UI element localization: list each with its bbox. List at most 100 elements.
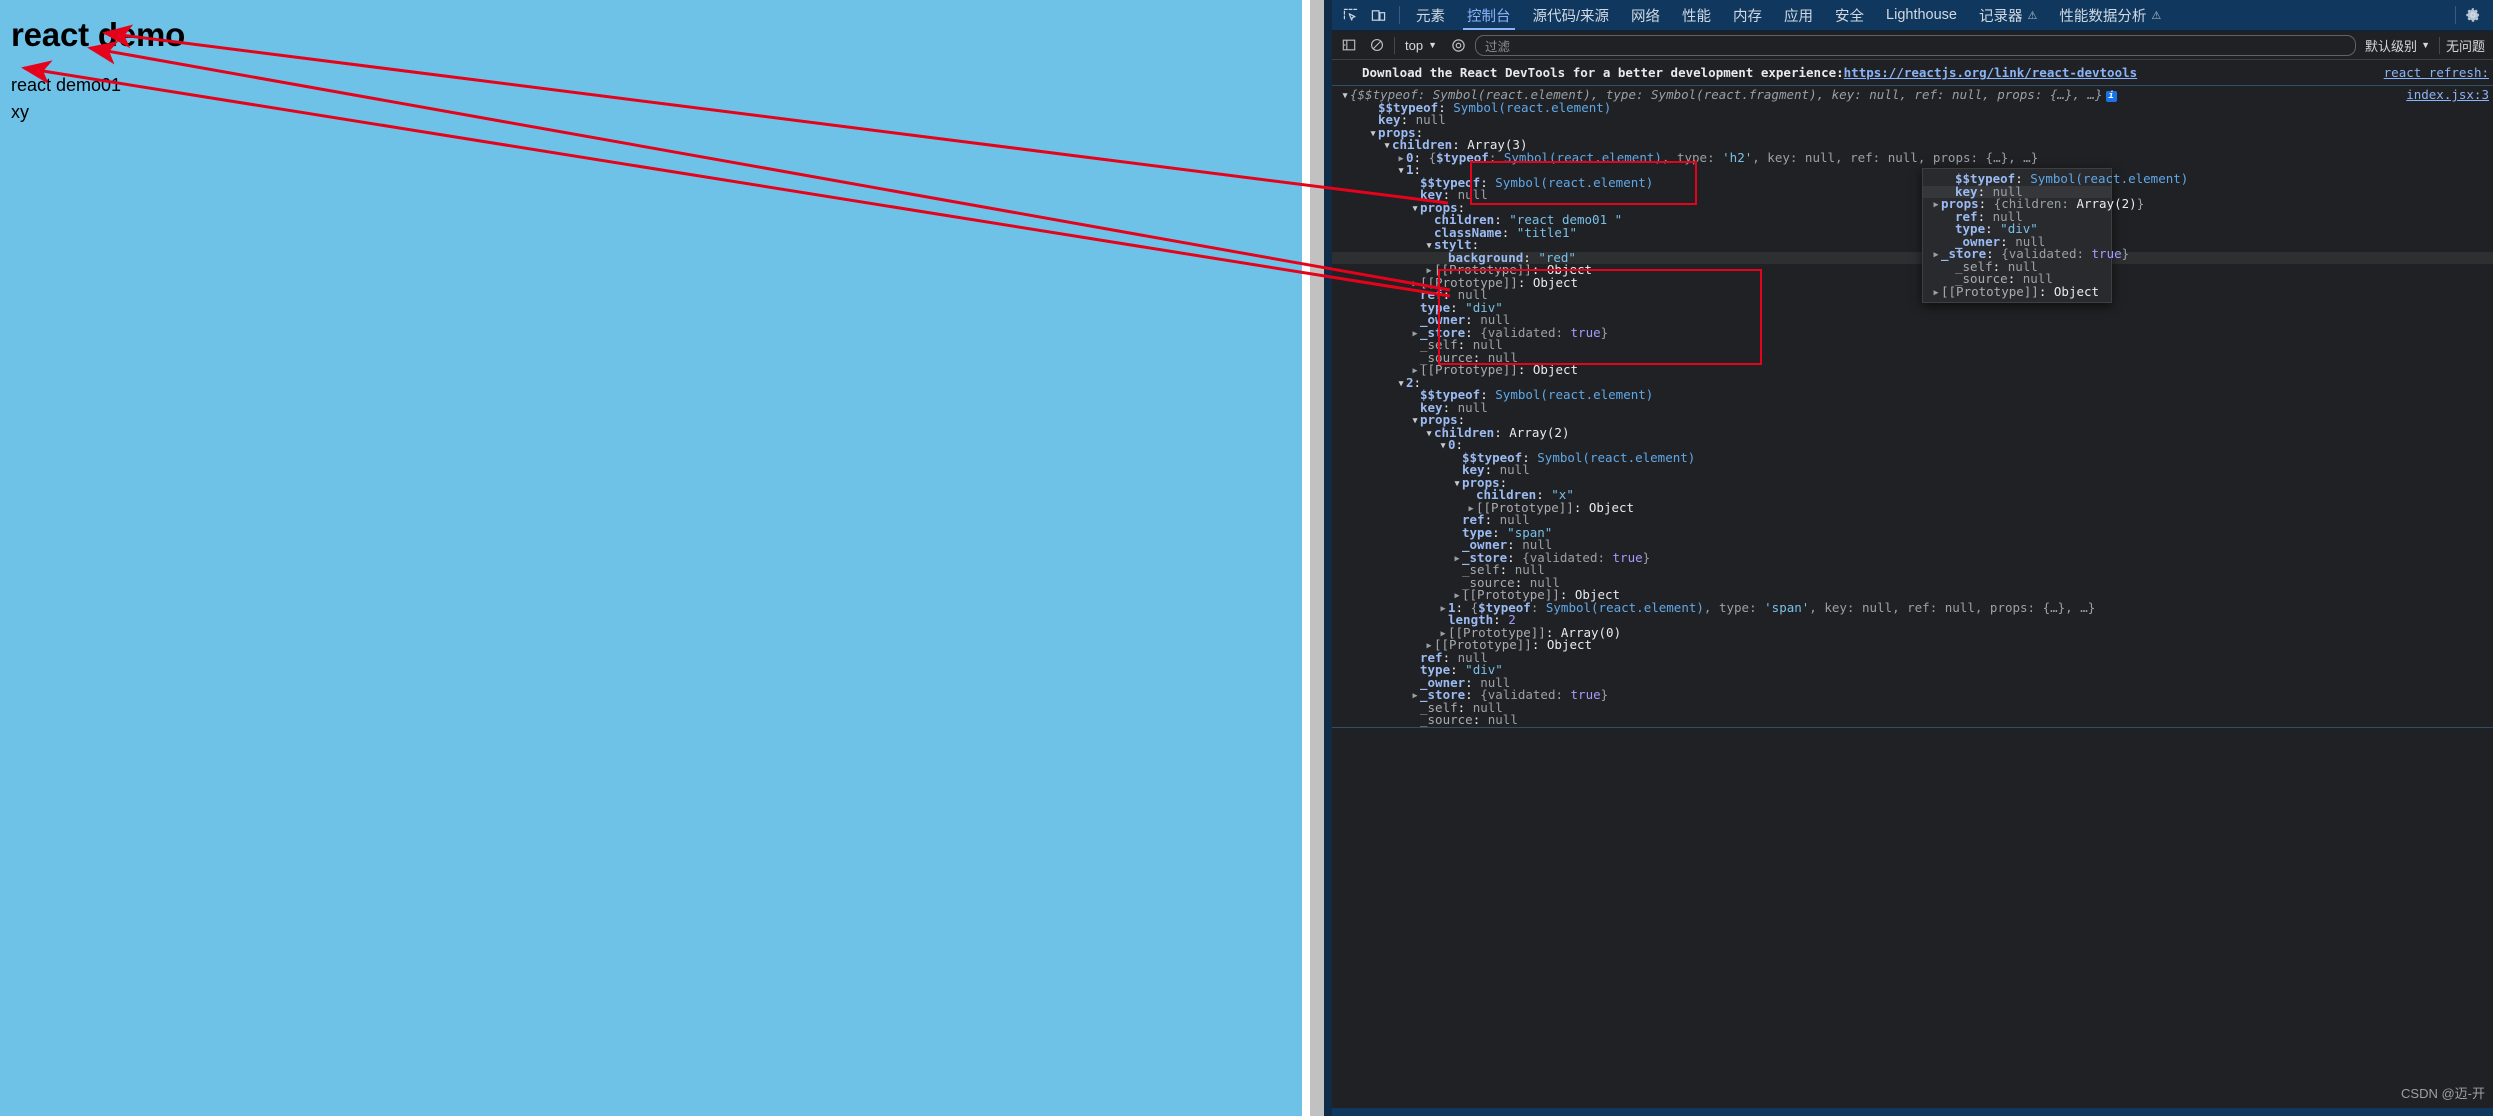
property-value: Object [1525, 274, 1579, 290]
page-scrollbar-thumb[interactable] [1310, 0, 1324, 1116]
devtools-tabs: 元素 控制台 源代码/来源 网络 性能 内存 应用 安全 Lighthouse … [1405, 0, 2172, 30]
device-toolbar-icon[interactable] [1366, 3, 1390, 27]
property-value: Object [1581, 499, 1635, 515]
property-key: 1 [1406, 162, 1414, 177]
clear-console-icon[interactable] [1366, 35, 1388, 55]
tree-row[interactable]: ▶ [[Prototype]]: Object [1923, 285, 2111, 300]
tab-lighthouse[interactable]: Lighthouse [1875, 0, 1968, 30]
property-value: null [1480, 712, 1518, 727]
tree-row[interactable]: ▸key: null [1332, 401, 2493, 415]
react-devtools-link[interactable]: https://reactjs.org/link/react-devtools [1844, 65, 2138, 80]
tab-security[interactable]: 安全 [1824, 0, 1875, 30]
tab-performance[interactable]: 性能 [1671, 0, 1722, 30]
tree-row[interactable]: ▶ 0: {$typeof: Symbol(react.element), typ… [1332, 149, 2493, 165]
tab-application[interactable]: 应用 [1773, 0, 1824, 30]
tree-row[interactable]: ▸$$typeof: Symbol(react.element) [1332, 388, 2493, 402]
tabbar-right-icons [2450, 0, 2493, 30]
property-value: Object [1539, 637, 1593, 652]
tabbar-separator-right [2455, 6, 2456, 24]
tab-label: 控制台 [1467, 8, 1511, 25]
tab-network[interactable]: 网络 [1620, 0, 1671, 30]
chevron-down-icon: ▼ [2421, 40, 2430, 50]
filter-input[interactable]: 过滤 [1475, 34, 2357, 56]
filter-placeholder: 过滤 [1485, 39, 1511, 54]
page-content: react demo react demo01 xy [0, 0, 1332, 126]
log-level-select[interactable]: 默认级别 ▼ [2362, 36, 2433, 55]
property-value: {$typeof: Symbol(react.element), type: '… [1463, 599, 2096, 615]
toolbar-separator-2 [2438, 36, 2440, 54]
tree-row[interactable]: ▶ _store: {validated: true} [1332, 326, 2493, 340]
toolbar-separator [1394, 36, 1395, 54]
tree-row[interactable]: ▶ [[Prototype]]: Object [1332, 637, 2493, 652]
console-messages[interactable]: Download the React DevTools for a better… [1332, 60, 2493, 1116]
tree-row[interactable]: ▸key: null [1332, 113, 2493, 127]
execution-context-select[interactable]: top ▼ [1401, 38, 1441, 53]
issues-status[interactable]: 无问题 [2446, 36, 2487, 55]
tree-row[interactable]: ▸ref: null [1332, 288, 2493, 302]
tree-row[interactable]: ▸$$typeof: Symbol(react.element) [1332, 99, 2493, 115]
tree-row[interactable]: ▶ _store: {validated: true} [1332, 688, 2493, 702]
toggle-spacer: ▸ [1410, 715, 1420, 728]
tree-row[interactable]: ▸$$typeof: Symbol(react.element) [1332, 174, 2493, 190]
property-key: [[Prototype]] [1420, 362, 1518, 377]
gear-icon[interactable] [2461, 3, 2485, 27]
csdn-watermark: CSDN @迈-开 [2401, 1086, 2485, 1101]
banner-text: Download the React DevTools for a better… [1362, 65, 1844, 80]
execution-context-value: top [1405, 37, 1424, 53]
console-message-react-element-tree: ▼ {$$typeof: Symbol(react.element), type:… [1332, 86, 2493, 728]
property-value: Symbol(react.element) [1445, 99, 1612, 115]
tab-recorder[interactable]: 记录器 ⚠ [1968, 0, 2048, 30]
tab-label: Lighthouse [1886, 7, 1957, 23]
tree-row[interactable]: ▶ [[Prototype]]: Object [1332, 362, 2493, 377]
tabbar-left-icons [1332, 0, 1394, 30]
devtools-tabbar: 元素 控制台 源代码/来源 网络 性能 内存 应用 安全 Lighthouse … [1332, 0, 2493, 31]
tab-label: 应用 [1784, 8, 1814, 25]
tree-row[interactable]: ▶ [[Prototype]]: Object [1332, 274, 2493, 290]
console-message-react-devtools: Download the React DevTools for a better… [1332, 60, 2493, 86]
tab-console[interactable]: 控制台 [1456, 0, 1522, 30]
property-value: {$typeof: Symbol(react.element), type: '… [1421, 149, 2039, 165]
popover-rows: ▸$$typeof: Symbol(react.element)▸key: nu… [1923, 172, 2188, 300]
tab-sources[interactable]: 源代码/来源 [1522, 0, 1621, 30]
property-value: Symbol(react.element) [2022, 171, 2189, 186]
tree-row[interactable]: ▸ref: null [1332, 651, 2493, 665]
expand-toggle[interactable]: ▶ [1931, 287, 1941, 300]
log-level-value: 默认级别 [2365, 38, 2418, 54]
console-toolbar: top ▼ 过滤 默认级别 ▼ 无问题 [1332, 31, 2493, 60]
live-expression-icon[interactable] [1447, 35, 1469, 55]
tab-performance-insights[interactable]: 性能数据分析 ⚠ [2048, 0, 2172, 30]
source-link-react-refresh[interactable]: react refresh: [2384, 65, 2489, 80]
property-value: Symbol(react.element) [1487, 174, 1654, 190]
property-value: Symbol(react.element) [1529, 449, 1696, 465]
tree-row[interactable]: ▸_source: null [1332, 712, 2493, 728]
page-scroll-gap [1302, 0, 1310, 1116]
tab-memory[interactable]: 内存 [1722, 0, 1773, 30]
page-text-xy: xy [11, 101, 29, 122]
tree-row[interactable]: ▸className: "title1" [1332, 224, 2493, 240]
info-badge[interactable]: i [2105, 91, 2117, 102]
tab-elements[interactable]: 元素 [1405, 0, 1456, 30]
experiment-warning-icon: ⚠ [2027, 9, 2038, 22]
source-link-index-jsx[interactable]: index.jsx:3 [2406, 88, 2489, 102]
object-preview-popover: ▸$$typeof: Symbol(react.element)▸key: nu… [1922, 168, 2188, 303]
pane-divider[interactable] [1324, 0, 1332, 1116]
console-sidebar-icon[interactable] [1338, 35, 1360, 55]
property-value: "title1" [1509, 224, 1577, 240]
inspect-element-icon[interactable] [1338, 3, 1362, 27]
tab-label: 元素 [1416, 8, 1445, 25]
tree-rows: ▸$$typeof: Symbol(react.element)▸key: nu… [1332, 99, 2493, 728]
property-key: 0 [1448, 437, 1456, 452]
tab-label: 网络 [1631, 8, 1661, 25]
tree-row[interactable]: ▸key: null [1332, 188, 2493, 202]
tab-label: 性能 [1682, 8, 1712, 25]
tabbar-separator [1399, 6, 1400, 24]
screen: react demo react demo01 xy 元素 控制台 源代码/来源… [0, 0, 2493, 1116]
tree-row[interactable]: ▼ children: Array(2) [1332, 424, 2493, 440]
colon: : [1494, 424, 1502, 440]
property-value: Object [1525, 362, 1579, 377]
tab-label: 内存 [1733, 8, 1763, 25]
page-text-demo01: react demo01 [11, 74, 122, 95]
devtools-panel: 元素 控制台 源代码/来源 网络 性能 内存 应用 安全 Lighthouse … [1332, 0, 2493, 1116]
property-value: Array(2) [1501, 424, 1570, 440]
property-key: children [1434, 424, 1495, 440]
